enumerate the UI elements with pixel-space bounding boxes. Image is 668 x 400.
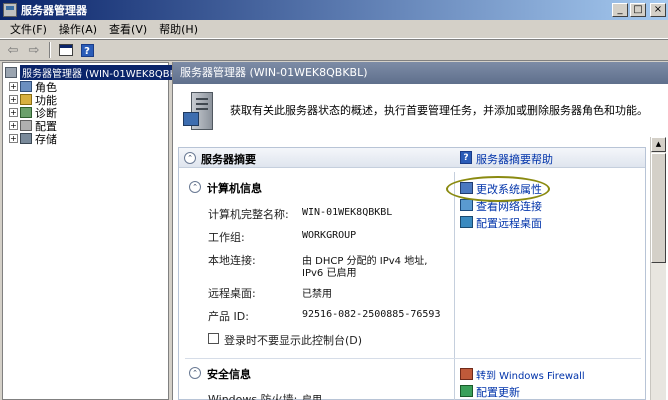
scroll-up-arrow-icon[interactable]: ▲: [651, 137, 666, 152]
collapse-chevron-up-icon[interactable]: ⌃: [184, 152, 196, 164]
remote-desktop-label: 远程桌面:: [208, 287, 256, 300]
expand-icon[interactable]: +: [9, 82, 18, 91]
monitor-icon: [183, 112, 199, 126]
toolbar-separator: [49, 42, 51, 58]
menu-file[interactable]: 文件(F): [4, 21, 53, 37]
workgroup-value: WORKGROUP: [302, 230, 357, 241]
collapse-chevron-up-icon[interactable]: ⌃: [189, 181, 201, 193]
help-icon: ?: [460, 151, 472, 164]
expand-icon[interactable]: +: [9, 108, 18, 117]
server-summary-help-link[interactable]: 服务器摘要帮助: [476, 151, 553, 167]
features-icon: [20, 94, 32, 105]
vertical-scrollbar[interactable]: ▲: [650, 137, 666, 400]
column-divider: [454, 172, 455, 400]
window-title: 服务器管理器: [21, 4, 87, 17]
server-summary-section: ⌃ 服务器摘要 ? 服务器摘要帮助 ⌃ 计算机信息 计算机完整名称: WIN-0…: [178, 147, 646, 400]
security-info-title: 安全信息: [207, 368, 251, 381]
workgroup-label: 工作组:: [208, 231, 245, 244]
configure-remote-desktop-link[interactable]: 配置远程桌面: [476, 215, 542, 231]
windows-firewall-label: Windows 防火墙:: [208, 393, 298, 400]
menu-bar: 文件(F) 操作(A) 查看(V) 帮助(H): [0, 20, 668, 39]
expand-icon[interactable]: +: [9, 134, 18, 143]
tree-root-server-manager[interactable]: 服务器管理器 (WIN-01WEK8QBKBL: [5, 65, 191, 80]
close-button[interactable]: ×: [650, 3, 666, 17]
menu-action[interactable]: 操作(A): [53, 21, 103, 37]
intro-area: 获取有关此服务器状态的概述，执行首要管理任务，并添加或删除服务器角色和功能。: [173, 84, 668, 146]
console-tree: 服务器管理器 (WIN-01WEK8QBKBL + 角色 + 功能 + 诊断 +…: [2, 62, 191, 400]
local-connection-value-line2: IPv6 已启用: [302, 268, 357, 279]
console-tree-icon: [59, 44, 73, 56]
restore-button[interactable]: □: [630, 3, 646, 17]
full-computer-name-label: 计算机完整名称:: [208, 208, 289, 221]
server-icon: [5, 67, 17, 78]
go-to-windows-firewall-link[interactable]: 转到 Windows Firewall: [476, 367, 585, 382]
security-info-header: ⌃ 安全信息: [185, 364, 449, 384]
diagnostics-icon: [20, 107, 32, 118]
configure-updates-link[interactable]: 配置更新: [476, 384, 520, 400]
remote-desktop-icon: [460, 216, 473, 228]
tree-item-label: 存储: [35, 132, 57, 146]
computer-info-title: 计算机信息: [207, 182, 262, 195]
remote-desktop-value: 已禁用: [302, 289, 332, 300]
expand-icon[interactable]: +: [9, 95, 18, 104]
section-divider: [185, 358, 641, 359]
expand-icon[interactable]: +: [9, 121, 18, 130]
forward-arrow-icon[interactable]: ⇨: [25, 41, 43, 59]
server-illustration-icon: [183, 90, 217, 136]
updates-icon: [460, 385, 473, 397]
details-pane-header: 服务器管理器 (WIN-01WEK8QBKBL): [173, 62, 668, 84]
menu-help[interactable]: 帮助(H): [153, 21, 204, 37]
annotation-ellipse: [446, 176, 550, 202]
server-manager-icon: [3, 3, 17, 17]
help-icon: ?: [80, 43, 94, 57]
server-summary-title: 服务器摘要: [201, 153, 256, 166]
configuration-icon: [20, 120, 32, 131]
intro-description: 获取有关此服务器状态的概述，执行首要管理任务，并添加或删除服务器角色和功能。: [230, 104, 648, 117]
full-computer-name-value: WIN-01WEK8QBKBL: [302, 207, 393, 218]
windows-firewall-value: 启用: [302, 391, 322, 400]
product-id-label: 产品 ID:: [208, 310, 249, 323]
firewall-icon: [460, 368, 473, 380]
local-connection-label: 本地连接:: [208, 254, 256, 267]
toolbar: ⇦ ⇨ ?: [0, 39, 668, 61]
network-connections-icon: [460, 199, 473, 211]
do-not-show-console-label[interactable]: 登录时不要显示此控制台(D): [224, 332, 362, 348]
collapse-chevron-up-icon[interactable]: ⌃: [189, 367, 201, 379]
back-arrow-icon[interactable]: ⇦: [4, 41, 22, 59]
server-summary-header: ⌃ 服务器摘要 ? 服务器摘要帮助: [179, 148, 645, 168]
help-button[interactable]: ?: [78, 41, 96, 59]
window-controls: _ □ ×: [612, 3, 666, 17]
show-hide-console-tree-button[interactable]: [57, 41, 75, 59]
menu-view[interactable]: 查看(V): [103, 21, 153, 37]
title-bar: 服务器管理器 _ □ ×: [0, 0, 668, 20]
computer-info-header: ⌃ 计算机信息: [185, 178, 449, 198]
storage-icon: [20, 133, 32, 144]
roles-icon: [20, 81, 32, 92]
do-not-show-console-checkbox[interactable]: [208, 333, 219, 344]
scrollbar-thumb[interactable]: [651, 153, 666, 263]
product-id-value: 92516-082-2500885-76593: [302, 309, 441, 320]
minimize-button[interactable]: _: [612, 3, 628, 17]
tree-item-storage[interactable]: + 存储: [9, 132, 57, 146]
